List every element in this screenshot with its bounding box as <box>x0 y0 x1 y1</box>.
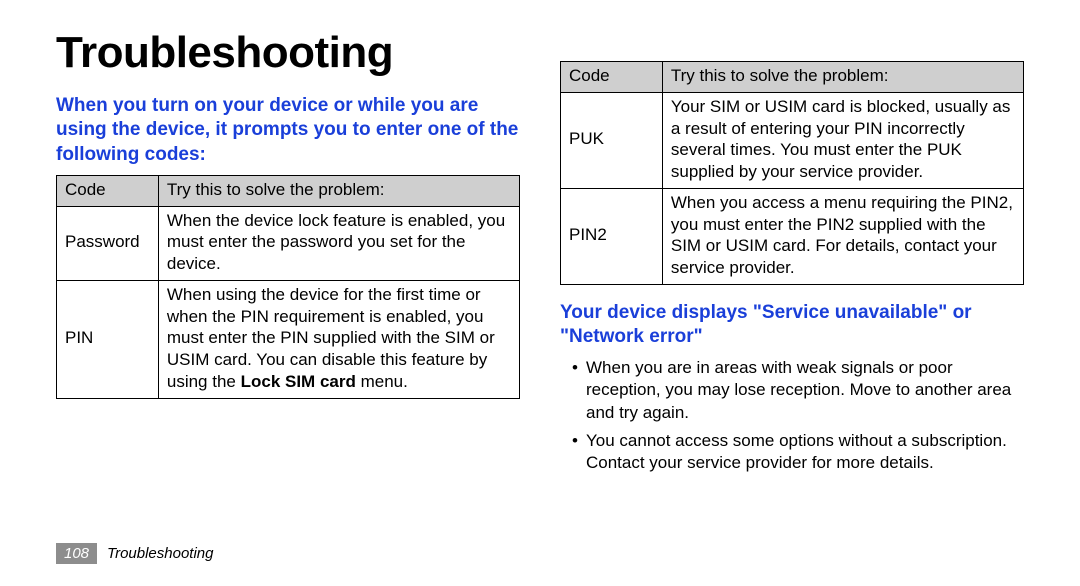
list-item: When you are in areas with weak signals … <box>572 357 1024 423</box>
page-number: 108 <box>56 543 97 564</box>
page-title: Troubleshooting <box>56 28 520 78</box>
th-desc: Try this to solve the problem: <box>158 175 519 206</box>
table-row: PIN2 When you access a menu requiring th… <box>561 188 1024 284</box>
td-code: PIN <box>57 280 159 398</box>
th-code: Code <box>561 62 663 93</box>
td-desc: When the device lock feature is enabled,… <box>158 206 519 280</box>
td-code: PUK <box>561 92 663 188</box>
td-code: Password <box>57 206 159 280</box>
td-desc: Your SIM or USIM card is blocked, usuall… <box>662 92 1023 188</box>
table-row: PIN When using the device for the first … <box>57 280 520 398</box>
codes-table-right: Code Try this to solve the problem: PUK … <box>560 61 1024 285</box>
pin-desc-bold: Lock SIM card <box>241 372 356 391</box>
th-code: Code <box>57 175 159 206</box>
td-desc: When using the device for the first time… <box>158 280 519 398</box>
table-row: Password When the device lock feature is… <box>57 206 520 280</box>
td-code: PIN2 <box>561 188 663 284</box>
list-item: You cannot access some options without a… <box>572 430 1024 474</box>
section2-heading: Your device displays "Service unavailabl… <box>560 301 1024 350</box>
footer-label: Troubleshooting <box>107 545 213 562</box>
table-header-row: Code Try this to solve the problem: <box>57 175 520 206</box>
right-column: Code Try this to solve the problem: PUK … <box>560 28 1024 480</box>
table-header-row: Code Try this to solve the problem: <box>561 62 1024 93</box>
section1-heading: When you turn on your device or while yo… <box>56 94 520 167</box>
th-desc: Try this to solve the problem: <box>662 62 1023 93</box>
td-desc: When you access a menu requiring the PIN… <box>662 188 1023 284</box>
page-content: Troubleshooting When you turn on your de… <box>0 0 1080 480</box>
section2-bullets: When you are in areas with weak signals … <box>560 357 1024 473</box>
codes-table-left: Code Try this to solve the problem: Pass… <box>56 175 520 399</box>
left-column: Troubleshooting When you turn on your de… <box>56 28 520 480</box>
footer: 108 Troubleshooting <box>56 543 214 564</box>
pin-desc-post: menu. <box>356 372 408 391</box>
table-row: PUK Your SIM or USIM card is blocked, us… <box>561 92 1024 188</box>
